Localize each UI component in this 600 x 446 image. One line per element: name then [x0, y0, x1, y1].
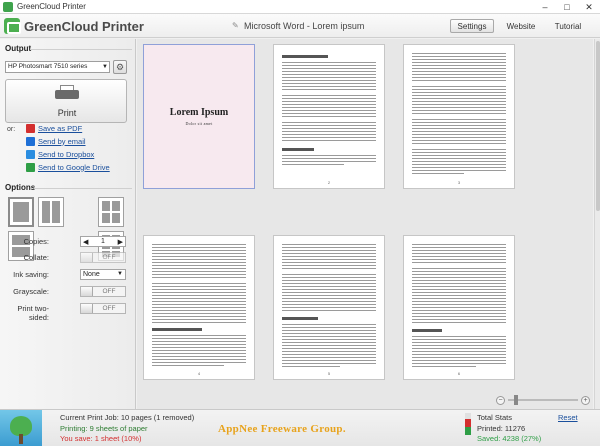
preview-area: Lorem Ipsum Dolor sit amet 2 3 4 5 6: [137, 39, 593, 409]
google-drive-icon: [26, 162, 35, 172]
document-title: ✎ Microsoft Word - Lorem ipsum: [232, 21, 364, 31]
sidebar: Output HP Photosmart 7510 series ▼ ⚙ Pri…: [0, 39, 136, 409]
layout-4-per-sheet[interactable]: [98, 197, 124, 227]
grayscale-value: OFF: [102, 288, 116, 295]
total-stats-label: Total Stats: [477, 413, 513, 422]
collate-toggle[interactable]: OFF: [80, 252, 126, 263]
maximize-icon[interactable]: □: [556, 0, 578, 14]
window-title: GreenCloud Printer: [17, 2, 86, 11]
tutorial-link[interactable]: Tutorial: [553, 19, 583, 33]
printer-select[interactable]: HP Photosmart 7510 series ▼: [5, 61, 110, 73]
print-two-sided-value: OFF: [102, 305, 116, 312]
printing-text: Printing: 9 sheets of paper: [60, 424, 148, 433]
printer-settings-gear-icon[interactable]: ⚙: [113, 60, 127, 74]
page-thumbnail-2[interactable]: 2: [273, 44, 385, 189]
app-icon: [3, 1, 13, 12]
options-heading: Options: [5, 183, 36, 192]
pencil-icon: ✎: [232, 21, 239, 30]
lorem-ipsum-subtitle: Dolor sit amet: [185, 121, 213, 126]
send-to-dropbox-label: Send to Dropbox: [38, 149, 95, 159]
collate-value: OFF: [102, 254, 116, 261]
print-button[interactable]: Print: [5, 79, 127, 123]
close-icon[interactable]: ✕: [578, 0, 600, 14]
send-by-email-label: Send by email: [38, 136, 86, 146]
title-bar: GreenCloud Printer – □ ✕: [0, 0, 600, 14]
email-icon: [26, 136, 35, 146]
layout-1-per-sheet[interactable]: [8, 197, 34, 227]
ink-saving-select[interactable]: None ▼: [80, 269, 126, 280]
zoom-slider[interactable]: − +: [496, 394, 590, 406]
send-to-dropbox-link[interactable]: Send to Dropbox: [26, 149, 94, 159]
copies-stepper[interactable]: ◀ 1 ▶: [80, 236, 126, 247]
zoom-knob[interactable]: [514, 395, 518, 405]
output-divider: [30, 49, 132, 50]
minimize-icon[interactable]: –: [534, 0, 556, 14]
app-name: GreenCloud Printer: [24, 19, 144, 34]
website-link[interactable]: Website: [506, 19, 536, 33]
lorem-ipsum-title: Lorem Ipsum: [169, 107, 229, 118]
output-heading: Output: [5, 44, 32, 53]
chevron-down-icon: ▼: [117, 271, 123, 277]
zoom-out-icon[interactable]: −: [496, 395, 505, 405]
you-save-text: You save: 1 sheet (10%): [60, 434, 142, 443]
options-divider: [34, 188, 132, 189]
printer-logo-icon: [4, 18, 21, 34]
page-thumbnail-3[interactable]: 3: [403, 44, 515, 189]
printer-select-value: HP Photosmart 7510 series: [8, 63, 88, 70]
chevron-down-icon: ▼: [102, 64, 108, 70]
zoom-track[interactable]: [508, 395, 578, 405]
save-as-pdf-link[interactable]: Save as PDF: [26, 123, 82, 133]
copies-value: 1: [101, 238, 105, 245]
document-title-text: Microsoft Word - Lorem ipsum: [244, 21, 365, 31]
print-button-label: Print: [57, 108, 77, 118]
zoom-in-icon[interactable]: +: [581, 395, 590, 405]
collate-label: Collate:: [23, 253, 49, 262]
save-as-pdf-label: Save as PDF: [38, 123, 83, 133]
stats-bar-icon: [465, 413, 471, 435]
decrement-icon[interactable]: ◀: [83, 238, 88, 246]
layout-2-per-sheet[interactable]: [38, 197, 64, 227]
print-two-sided-toggle[interactable]: OFF: [80, 303, 126, 314]
grayscale-label: Grayscale:: [13, 287, 49, 296]
app-header: GreenCloud Printer ✎ Microsoft Word - Lo…: [0, 14, 600, 38]
dropbox-icon: [26, 149, 35, 159]
reset-link[interactable]: Reset: [558, 413, 578, 422]
window-controls: – □ ✕: [534, 0, 600, 14]
grayscale-toggle[interactable]: OFF: [80, 286, 126, 297]
tree-icon: [0, 410, 42, 446]
printed-count: Printed: 11276: [477, 424, 526, 433]
printer-icon: [55, 85, 79, 99]
pdf-icon: [26, 123, 35, 133]
print-two-sided-label: Print two-sided:: [17, 304, 49, 322]
page-thumbnail-1[interactable]: Lorem Ipsum Dolor sit amet: [143, 44, 255, 189]
scrollbar-thumb[interactable]: [596, 41, 600, 211]
current-job-text: Current Print Job: 10 pages (1 removed): [60, 413, 195, 422]
send-by-email-link[interactable]: Send by email: [26, 136, 86, 146]
copies-label: Copies:: [23, 237, 49, 246]
page-thumbnail-6[interactable]: 6: [403, 235, 515, 380]
settings-button[interactable]: Settings: [450, 19, 494, 33]
increment-icon[interactable]: ▶: [118, 238, 123, 246]
ink-saving-value: None: [83, 271, 100, 278]
send-to-google-drive-label: Send to Google Drive: [38, 162, 110, 172]
page-thumbnail-5[interactable]: 5: [273, 235, 385, 380]
saved-count: Saved: 4238 (27%): [477, 434, 542, 443]
watermark: AppNee Freeware Group.: [218, 423, 346, 435]
or-label: or:: [7, 126, 16, 133]
ink-saving-label: Ink saving:: [13, 270, 49, 279]
send-to-google-drive-link[interactable]: Send to Google Drive: [26, 162, 110, 172]
preview-scrollbar[interactable]: [594, 39, 600, 409]
page-thumbnail-4[interactable]: 4: [143, 235, 255, 380]
